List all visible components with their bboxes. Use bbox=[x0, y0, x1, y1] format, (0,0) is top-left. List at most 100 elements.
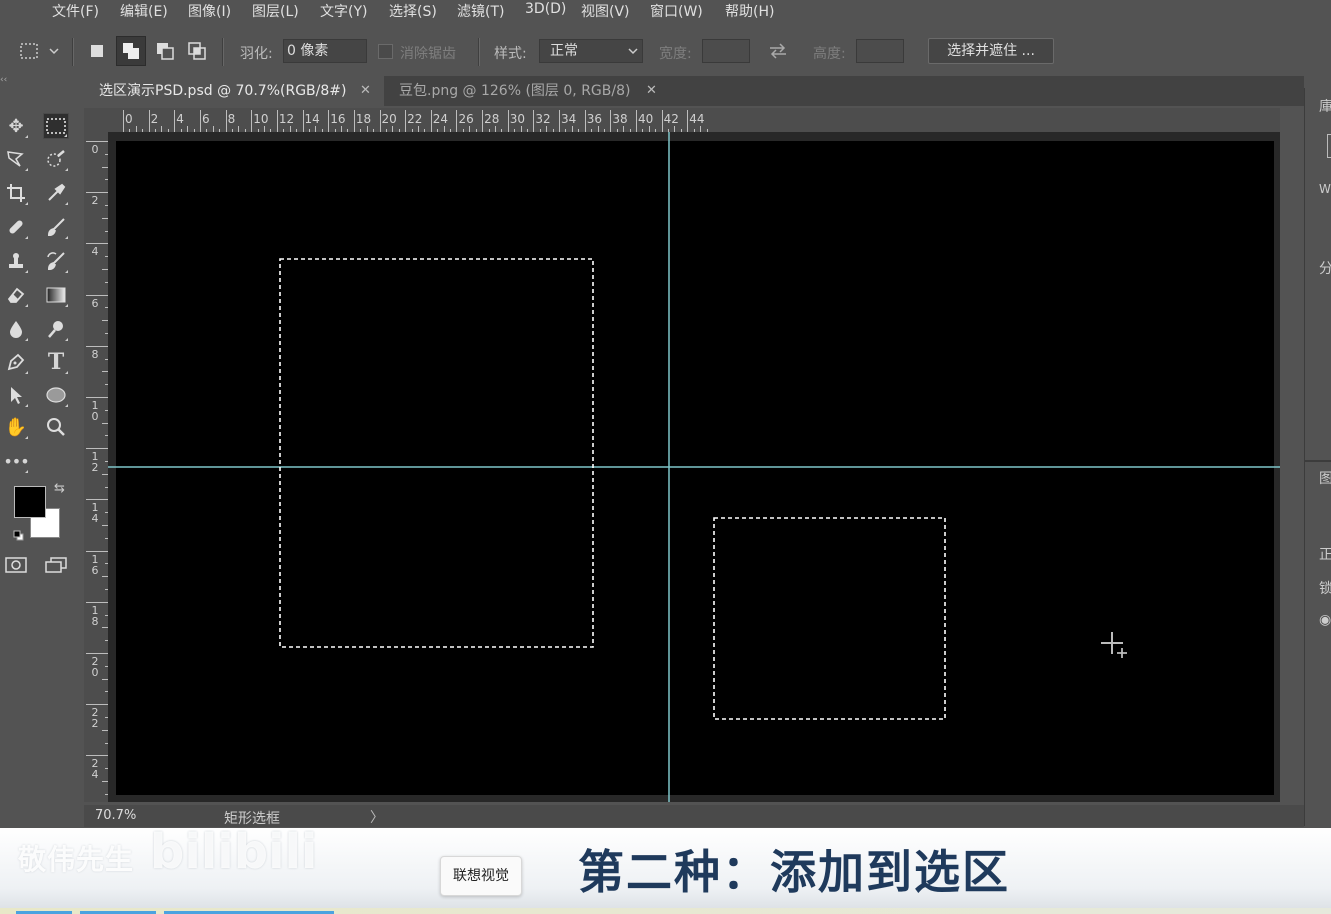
menu-view[interactable]: 视图(V) bbox=[581, 1, 630, 21]
menu-layer[interactable]: 图层(L) bbox=[252, 1, 299, 21]
lasso-icon[interactable] bbox=[3, 146, 29, 172]
menu-filter[interactable]: 滤镜(T) bbox=[457, 1, 504, 21]
dodge-icon[interactable] bbox=[43, 316, 69, 342]
quick-select-icon[interactable] bbox=[43, 146, 69, 172]
ruler-v-label: 20 bbox=[91, 655, 99, 679]
ruler-h-label: 0 bbox=[125, 112, 133, 126]
feather-label: 羽化: bbox=[240, 46, 273, 62]
swap-icon[interactable] bbox=[768, 42, 788, 60]
ruler-vertical[interactable]: 024681012141618202224 bbox=[84, 132, 109, 802]
ruler-tick bbox=[276, 110, 278, 132]
ellipse-icon[interactable] bbox=[43, 382, 69, 408]
collapse-icon[interactable]: ‹‹ bbox=[0, 76, 84, 86]
add-to-selection-button[interactable] bbox=[116, 36, 146, 66]
ruler-h-label: 32 bbox=[535, 112, 551, 126]
subtract-selection-icon[interactable] bbox=[156, 42, 174, 60]
panel-tab-properties[interactable]: 庫 bbox=[1319, 96, 1331, 116]
gradient-icon[interactable] bbox=[43, 282, 69, 308]
intersect-selection-icon[interactable] bbox=[188, 42, 206, 60]
divider bbox=[72, 38, 74, 66]
antialias-checkbox[interactable] bbox=[378, 44, 393, 59]
pen-icon[interactable] bbox=[3, 349, 29, 375]
hand-icon[interactable]: ✋ bbox=[3, 414, 29, 440]
ruler-h-label: 14 bbox=[304, 112, 320, 126]
menu-select[interactable]: 选择(S) bbox=[389, 1, 437, 21]
move-icon[interactable]: ✥ bbox=[3, 113, 29, 139]
ruler-tick bbox=[353, 110, 355, 132]
tab-psd-document[interactable]: 选区演示PSD.psd @ 70.7%(RGB/8#) ✕ bbox=[84, 76, 384, 106]
ruler-tick bbox=[302, 110, 304, 132]
type-icon[interactable]: T bbox=[43, 349, 69, 375]
style-select[interactable]: 正常 bbox=[539, 39, 643, 63]
ruler-corner[interactable] bbox=[84, 108, 108, 132]
ruler-tick bbox=[225, 110, 227, 132]
menu-type[interactable]: 文字(Y) bbox=[320, 1, 367, 21]
ruler-tick bbox=[456, 110, 458, 132]
more-icon[interactable]: ••• bbox=[3, 448, 30, 474]
quick-mask-icon[interactable] bbox=[3, 552, 29, 578]
panel-icon[interactable] bbox=[1327, 134, 1331, 158]
panel-label-w: W bbox=[1319, 182, 1331, 196]
ruler-tick bbox=[199, 110, 201, 132]
new-selection-icon[interactable] bbox=[88, 42, 106, 60]
ruler-tick bbox=[636, 110, 637, 132]
ruler-h-label: 24 bbox=[432, 112, 449, 126]
eraser-icon[interactable] bbox=[3, 282, 29, 308]
ruler-tick bbox=[86, 192, 108, 194]
width-input[interactable] bbox=[702, 39, 750, 63]
menu-edit[interactable]: 编辑(E) bbox=[120, 1, 168, 21]
select-and-mask-button[interactable]: 选择并遮住 ... bbox=[928, 38, 1054, 64]
ruler-tick bbox=[610, 110, 612, 132]
eyedropper-icon[interactable] bbox=[43, 180, 69, 206]
path-select-icon[interactable] bbox=[3, 382, 29, 408]
brush-icon[interactable] bbox=[43, 214, 69, 240]
panel-label-split: 分 bbox=[1319, 261, 1331, 277]
menu-3d[interactable]: 3D(D) bbox=[525, 1, 566, 17]
blend-mode-label[interactable]: 正 bbox=[1319, 544, 1331, 564]
ruler-h-label: 20 bbox=[381, 112, 397, 126]
panel-divider bbox=[1305, 460, 1331, 462]
menu-help[interactable]: 帮助(H) bbox=[725, 1, 774, 21]
blur-icon[interactable] bbox=[3, 316, 29, 342]
default-colors-icon[interactable] bbox=[13, 526, 24, 541]
panel-tab-layers[interactable]: 图 bbox=[1319, 468, 1331, 488]
menu-image[interactable]: 图像(I) bbox=[188, 1, 231, 21]
caption-title: 第二种：添加到选区 bbox=[578, 845, 1010, 899]
channel-logo: 敬伟先生 bbox=[18, 843, 135, 876]
close-icon[interactable]: ✕ bbox=[360, 76, 371, 106]
ruler-v-label: 24 bbox=[91, 757, 99, 782]
ruler-tick bbox=[251, 110, 253, 132]
ruler-v-label: 14 bbox=[91, 501, 99, 526]
ruler-tick bbox=[86, 243, 108, 245]
ruler-h-label: 34 bbox=[561, 112, 577, 126]
clone-stamp-icon[interactable] bbox=[3, 248, 29, 274]
menu-file[interactable]: 文件(F) bbox=[52, 1, 99, 21]
chevron-down-icon[interactable] bbox=[48, 42, 60, 60]
tooltip: 联想视觉 bbox=[440, 856, 522, 896]
bilibili-logo: bilibili bbox=[150, 824, 318, 880]
healing-brush-icon[interactable] bbox=[3, 214, 29, 240]
crop-icon[interactable] bbox=[3, 180, 29, 206]
close-icon[interactable]: ✕ bbox=[646, 76, 657, 106]
rect-marquee-preset-icon[interactable] bbox=[20, 42, 42, 60]
screen-mode-icon[interactable] bbox=[43, 552, 69, 578]
zoom-icon[interactable] bbox=[43, 414, 69, 440]
document-canvas[interactable] bbox=[116, 141, 1274, 795]
height-input[interactable] bbox=[856, 39, 904, 63]
ruler-h-label: 44 bbox=[689, 112, 705, 126]
tab-png-document[interactable]: 豆包.png @ 126% (图层 0, RGB/8) ✕ bbox=[384, 76, 664, 106]
menu-window[interactable]: 窗口(W) bbox=[650, 1, 703, 21]
history-brush-icon[interactable] bbox=[43, 248, 69, 274]
swap-colors-icon[interactable]: ⇆ bbox=[54, 482, 68, 496]
ruler-h-label: 26 bbox=[458, 112, 474, 126]
eye-icon[interactable]: ◉ bbox=[1319, 612, 1331, 628]
ruler-horizontal[interactable]: 0 2 4 6 8 10 12 14 16 18 20 22 24 26 28 30 32 34 36 38 40 42 4… bbox=[108, 108, 1280, 133]
status-expand-icon[interactable]: 〉 bbox=[370, 807, 384, 827]
foreground-color-swatch[interactable] bbox=[14, 486, 46, 518]
ruler-v-label: 16 bbox=[91, 552, 99, 577]
rect-marquee-icon[interactable] bbox=[43, 113, 69, 139]
ruler-tick bbox=[482, 110, 484, 132]
ruler-tick bbox=[174, 110, 176, 132]
feather-input[interactable]: 0 像素 bbox=[283, 39, 367, 63]
zoom-level[interactable]: 70.7% bbox=[95, 808, 136, 823]
